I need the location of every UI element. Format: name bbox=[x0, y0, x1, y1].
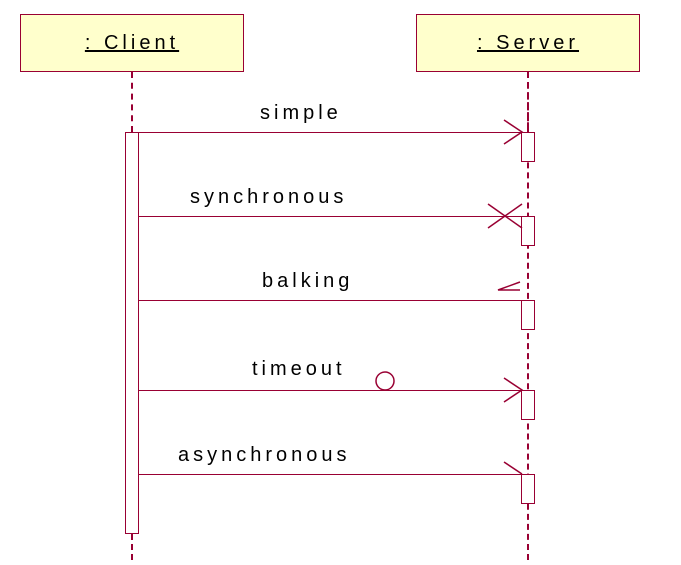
message-timeout-line bbox=[139, 390, 521, 391]
activation-client bbox=[125, 132, 139, 534]
lifeline-client-label: : Client bbox=[85, 32, 179, 55]
message-timeout-label: timeout bbox=[252, 358, 346, 381]
message-async-line bbox=[139, 474, 521, 475]
message-sync-label: synchronous bbox=[190, 186, 347, 209]
arrowhead-open-icon bbox=[500, 118, 528, 146]
lifeline-server: : Server bbox=[416, 14, 640, 72]
message-async-label: asynchronous bbox=[178, 444, 351, 467]
activation-server-5 bbox=[521, 474, 535, 504]
timeout-circle-icon bbox=[374, 370, 396, 392]
arrowhead-sync-icon bbox=[486, 202, 526, 230]
lifeline-client: : Client bbox=[20, 14, 244, 72]
lifeline-client-line-bottom bbox=[131, 534, 133, 560]
arrowhead-open-icon bbox=[500, 376, 528, 404]
lifeline-server-label: : Server bbox=[477, 32, 579, 55]
arrowhead-half-icon bbox=[500, 460, 528, 476]
message-balking-line bbox=[139, 300, 521, 301]
message-sync-line bbox=[139, 216, 521, 217]
message-balking-label: balking bbox=[262, 270, 353, 293]
message-simple-label: simple bbox=[260, 102, 342, 125]
message-simple-line bbox=[139, 132, 521, 133]
activation-server-3 bbox=[521, 300, 535, 330]
lifeline-client-line-top bbox=[131, 72, 133, 132]
arrowhead-balking-icon bbox=[494, 280, 524, 298]
